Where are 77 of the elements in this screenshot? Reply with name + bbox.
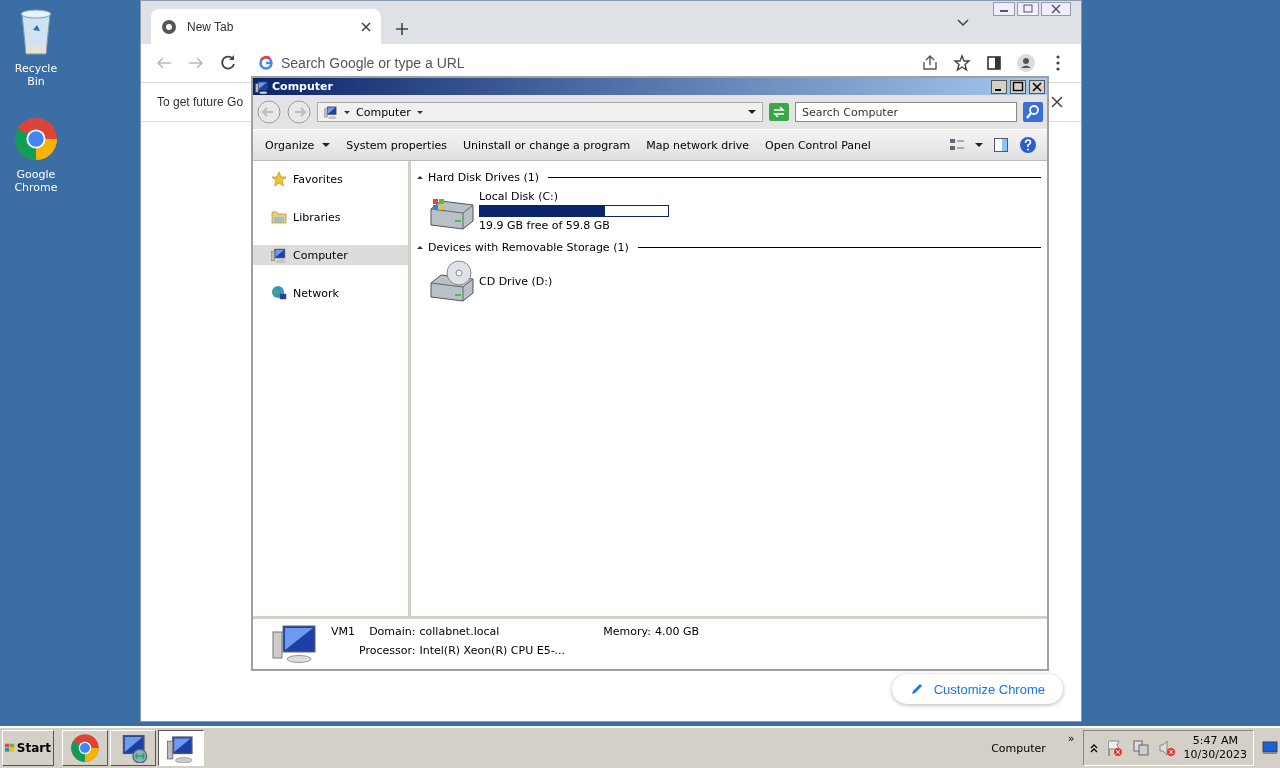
toolbar-chevron[interactable]: »	[1067, 732, 1075, 745]
window-title: Computer	[272, 80, 333, 93]
toolbar-button[interactable]: Map network drive	[638, 134, 758, 156]
organize-menu[interactable]: Organize	[257, 134, 339, 156]
browser-tab[interactable]: New Tab	[151, 9, 381, 44]
google-g-icon	[259, 56, 273, 70]
collapse-icon[interactable]	[417, 245, 423, 249]
close-icon[interactable]	[1051, 96, 1063, 108]
help-icon[interactable]	[1019, 136, 1037, 154]
chevron-down-icon[interactable]	[957, 19, 969, 27]
chrome-icon[interactable]	[70, 733, 100, 763]
field-value: 4.00 GB	[654, 625, 700, 638]
computer-icon	[271, 624, 317, 664]
chrome-logo-icon	[161, 18, 177, 35]
side-panel-icon[interactable]	[985, 54, 1003, 72]
maximize-icon[interactable]	[1010, 79, 1026, 94]
share-icon[interactable]	[921, 54, 939, 72]
desktop-icon-label[interactable]: Recycle Bin	[6, 62, 66, 88]
drive-name[interactable]: Local Disk (C:)	[479, 190, 669, 203]
infobar-message: To get future Go	[157, 95, 244, 109]
start-button[interactable]: Start	[2, 730, 54, 766]
field-label: Processor:	[359, 644, 416, 657]
pencil-icon	[909, 682, 924, 696]
nav-item[interactable]: Computer	[253, 245, 408, 265]
cd-drive-icon[interactable]	[427, 259, 475, 303]
preview-pane-icon[interactable]	[993, 137, 1009, 153]
address-bar[interactable]: Computer	[317, 102, 763, 122]
drive-name[interactable]: CD Drive (D:)	[479, 274, 553, 288]
caret-icon[interactable]	[975, 143, 983, 147]
customize-chrome-button[interactable]: Customize Chrome	[891, 674, 1063, 704]
toolbar-button[interactable]: Uninstall or change a program	[454, 134, 639, 156]
search-icon[interactable]	[1023, 102, 1043, 122]
free-space-text: 19.9 GB free of 59.8 GB	[479, 219, 611, 232]
minimize-icon[interactable]	[993, 2, 1015, 16]
computer-icon	[166, 733, 196, 763]
toolbar-button[interactable]: Open Control Panel	[757, 134, 879, 156]
reload-icon[interactable]	[219, 54, 237, 72]
clock-time[interactable]: 5:47 AM	[1192, 734, 1238, 748]
speaker-muted-icon[interactable]	[1157, 739, 1176, 757]
view-options-icon[interactable]	[949, 137, 965, 153]
collapse-icon[interactable]	[417, 175, 423, 179]
search-field[interactable]: Search Computer	[795, 102, 1017, 122]
computer-icon[interactable]	[271, 247, 287, 263]
computer-name: VM1	[331, 625, 355, 638]
refresh-icon[interactable]	[769, 103, 789, 121]
nav-item[interactable]: Favorites	[253, 169, 408, 189]
computer-icon	[255, 79, 269, 94]
computer-icon	[324, 105, 338, 119]
show-hidden-icons[interactable]	[1089, 743, 1098, 753]
field-value: collabnet.local	[419, 625, 500, 638]
toolbar-label: Computer	[991, 741, 1046, 755]
minimize-icon[interactable]	[991, 79, 1007, 94]
show-desktop-icon[interactable]	[1262, 741, 1278, 755]
field-value: Intel(R) Xeon(R) CPU E5-...	[419, 644, 567, 657]
field-label: Memory:	[603, 625, 651, 638]
field-label: Domain:	[368, 625, 416, 638]
star-icon[interactable]	[953, 54, 971, 72]
close-icon[interactable]	[1029, 79, 1045, 94]
network-icon[interactable]	[271, 285, 287, 301]
desktop-icon-label[interactable]: Google Chrome	[6, 168, 66, 194]
taskbar-button[interactable]	[158, 730, 204, 766]
close-icon[interactable]	[361, 21, 371, 32]
breadcrumb[interactable]: Computer	[356, 105, 411, 119]
profile-icon[interactable]	[1017, 54, 1035, 72]
nav-item[interactable]: Libraries	[253, 207, 408, 227]
toolbar-button[interactable]: System properties	[338, 134, 455, 156]
new-tab-icon[interactable]	[395, 22, 409, 36]
close-icon[interactable]	[1041, 2, 1071, 16]
nav-item[interactable]: Network	[253, 283, 408, 303]
dropdown-caret-icon[interactable]	[748, 110, 756, 114]
flag-error-icon[interactable]	[1105, 739, 1124, 757]
group-header[interactable]: Hard Disk Drives (1)	[428, 170, 540, 184]
group-header[interactable]: Devices with Removable Storage (1)	[428, 240, 629, 254]
star-icon[interactable]	[271, 171, 287, 187]
windows-logo-icon	[5, 741, 15, 755]
chrome-icon[interactable]	[13, 116, 59, 162]
clock-date[interactable]: 10/30/2023	[1183, 748, 1247, 762]
